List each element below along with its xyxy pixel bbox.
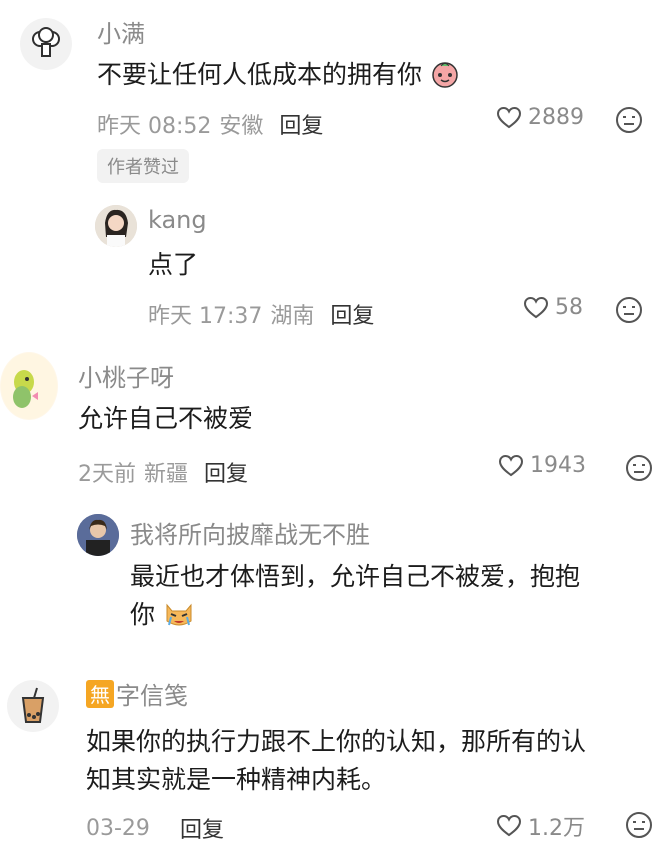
comment-time: 03-29: [86, 815, 150, 841]
comment-text-line: 知其实就是一种精神内耗。: [86, 765, 387, 794]
reply-button[interactable]: 回复: [279, 108, 323, 140]
comment-author[interactable]: 小桃子呀: [78, 358, 174, 393]
like-button[interactable]: 1943: [498, 453, 586, 478]
comment-location: 新疆: [144, 462, 189, 487]
like-count: 1943: [530, 453, 586, 478]
avatar-broccoli[interactable]: [20, 18, 72, 70]
avatar-reply-user[interactable]: [77, 514, 119, 556]
reply-meta: 昨天 17:37 湖南 回复: [148, 298, 374, 330]
heart-icon: [496, 106, 522, 128]
reply-content: 最近也才体悟到，允许自己不被爱，抱抱 你: [130, 558, 580, 634]
comment-text: 不要让任何人低成本的拥有你: [97, 60, 423, 89]
like-count: 1.2万: [528, 816, 585, 841]
comment-text-line: 如果你的执行力跟不上你的认知，那所有的认: [86, 727, 587, 756]
like-button[interactable]: 1.2万: [496, 810, 585, 842]
emoji-reaction-icon[interactable]: [624, 453, 654, 483]
reply-content: 点了: [148, 250, 199, 279]
peach-emoji-icon: [432, 62, 458, 88]
comment-meta: 03-29 回复: [86, 812, 224, 844]
reply-time: 昨天 17:37: [148, 304, 263, 329]
comment-time: 2天前: [78, 462, 136, 487]
broccoli-icon: [32, 27, 60, 57]
reply-text-line: 最近也才体悟到，允许自己不被爱，抱抱: [130, 562, 581, 591]
reply-author[interactable]: 我将所向披靡战无不胜: [130, 515, 370, 550]
cartoon-dino-avatar: [1, 353, 57, 419]
heart-icon: [496, 814, 522, 837]
name-prefix-badge: 無: [86, 679, 114, 708]
reply-button[interactable]: 回复: [204, 456, 248, 488]
reply-button[interactable]: 回复: [180, 812, 224, 844]
emoji-reaction-icon[interactable]: [624, 810, 654, 840]
reply-author[interactable]: kang: [148, 206, 207, 234]
heart-icon: [498, 454, 524, 476]
bubble-tea-avatar: [21, 687, 45, 723]
like-button[interactable]: 2889: [496, 105, 584, 130]
avatar-bubble-tea[interactable]: [7, 680, 59, 732]
comment-meta: 昨天 08:52 安徽 回复: [97, 108, 323, 140]
avatar-kang[interactable]: [95, 205, 137, 247]
emoji-reaction-icon[interactable]: [614, 295, 644, 325]
girl-photo-avatar: [95, 205, 137, 247]
reply-button[interactable]: 回复: [330, 298, 374, 330]
like-button[interactable]: 58: [523, 295, 583, 320]
comment-time: 昨天 08:52: [97, 114, 212, 139]
author-name: 字信笺: [116, 682, 188, 710]
person-photo-avatar: [77, 514, 119, 556]
like-count: 58: [555, 295, 583, 320]
reply-text-line-2: 你: [130, 600, 156, 629]
reply-location: 湖南: [270, 304, 315, 329]
comment-author[interactable]: 無 字信笺: [86, 676, 188, 711]
reply-text-line: 你: [130, 596, 580, 634]
heart-icon: [523, 296, 549, 318]
emoji-reaction-icon[interactable]: [614, 105, 644, 135]
crying-cat-emoji-icon: [166, 603, 192, 626]
comment-content: 如果你的执行力跟不上你的认知，那所有的认 知其实就是一种精神内耗。: [86, 723, 586, 799]
comment-author[interactable]: 小满: [97, 14, 145, 49]
comment-content: 允许自己不被爱: [78, 404, 254, 433]
comment-content: 不要让任何人低成本的拥有你: [97, 56, 460, 94]
like-count: 2889: [528, 105, 584, 130]
comment-meta: 2天前 新疆 回复: [78, 456, 248, 488]
avatar-xiaotaozi[interactable]: [0, 352, 58, 420]
comment-location: 安徽: [219, 114, 264, 139]
author-liked-badge: 作者赞过: [97, 149, 189, 183]
